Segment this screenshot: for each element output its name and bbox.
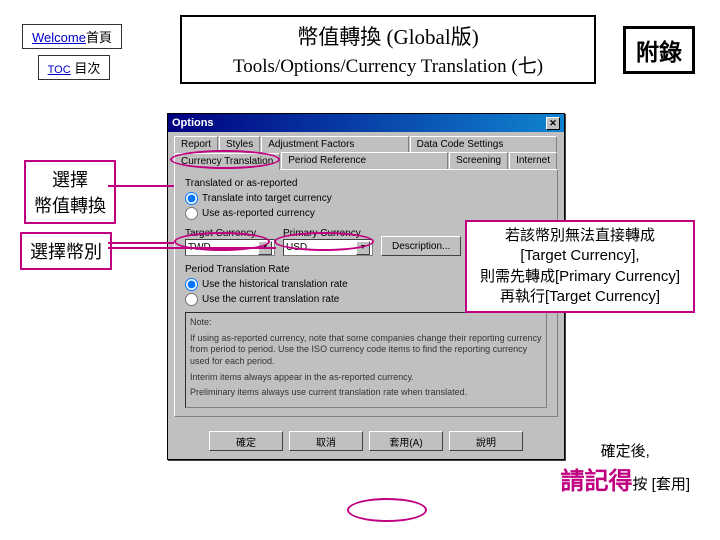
tab-adjustment-factors[interactable]: Adjustment Factors [261, 136, 408, 152]
tab-screening[interactable]: Screening [449, 152, 508, 169]
tab-data-code-settings[interactable]: Data Code Settings [410, 136, 557, 152]
confirm-note: 確定後, 請記得按 [套用] [560, 440, 690, 496]
note-box: 若該幣別無法直接轉成 [Target Currency], 則需先轉成[Prim… [465, 220, 695, 313]
dialog-button-row: 確定 取消 套用(A) 說明 [168, 423, 564, 459]
nav-toc[interactable]: TOC 目次 [38, 55, 110, 80]
nav-welcome[interactable]: Welcome首頁 [22, 24, 122, 49]
welcome-suffix: 首頁 [86, 30, 112, 45]
title-line1: 幣值轉換 (Global版) [188, 21, 588, 51]
close-button[interactable]: ✕ [546, 117, 560, 130]
title-line2: Tools/Options/Currency Translation (七) [188, 51, 588, 78]
close-icon: ✕ [549, 118, 557, 129]
leader-line [108, 242, 174, 244]
callout-select-currency: 選擇幣別 [20, 232, 112, 270]
tab-styles[interactable]: Styles [219, 136, 260, 152]
radio-historical[interactable] [185, 278, 198, 291]
dialog-title-text: Options [172, 117, 214, 129]
tab-currency-translation[interactable]: Currency Translation [174, 153, 280, 170]
dialog-titlebar: Options ✕ [168, 114, 564, 132]
radio-asreported-row[interactable]: Use as-reported currency [185, 207, 547, 220]
radio-current[interactable] [185, 293, 198, 306]
tab-internet[interactable]: Internet [509, 152, 557, 169]
welcome-link[interactable]: Welcome [32, 30, 86, 45]
note-heading: Note: [190, 317, 542, 329]
cancel-button[interactable]: 取消 [289, 431, 363, 451]
toc-suffix: 目次 [74, 61, 100, 76]
target-currency-label: Target Currency [185, 228, 275, 239]
note-section: Note: If using as-reported currency, not… [185, 312, 547, 408]
callout-select-translation: 選擇 幣值轉換 [24, 160, 116, 224]
radio-asreported[interactable] [185, 207, 198, 220]
leader-line [108, 185, 174, 187]
chevron-down-icon[interactable]: ▼ [356, 241, 370, 255]
primary-currency-label: Primary Currency [283, 228, 373, 239]
apply-button[interactable]: 套用(A) [369, 431, 443, 451]
radio-translate-row[interactable]: Translate into target currency [185, 192, 547, 205]
section-translated-label: Translated or as-reported [185, 178, 547, 189]
tab-report[interactable]: Report [174, 136, 218, 152]
leader-line [108, 247, 276, 249]
appendix-badge: 附錄 [623, 26, 695, 74]
primary-currency-dropdown[interactable]: USD ▼ [283, 239, 373, 256]
ok-button[interactable]: 確定 [209, 431, 283, 451]
page-title: 幣值轉換 (Global版) Tools/Options/Currency Tr… [180, 15, 596, 84]
highlight-oval [347, 498, 427, 522]
tab-strip: Report Styles Adjustment Factors Data Co… [168, 132, 564, 169]
tab-period-reference[interactable]: Period Reference [281, 152, 448, 169]
description-button[interactable]: Description... [381, 236, 461, 256]
toc-link[interactable]: TOC [48, 64, 71, 76]
help-button[interactable]: 說明 [449, 431, 523, 451]
radio-translate[interactable] [185, 192, 198, 205]
